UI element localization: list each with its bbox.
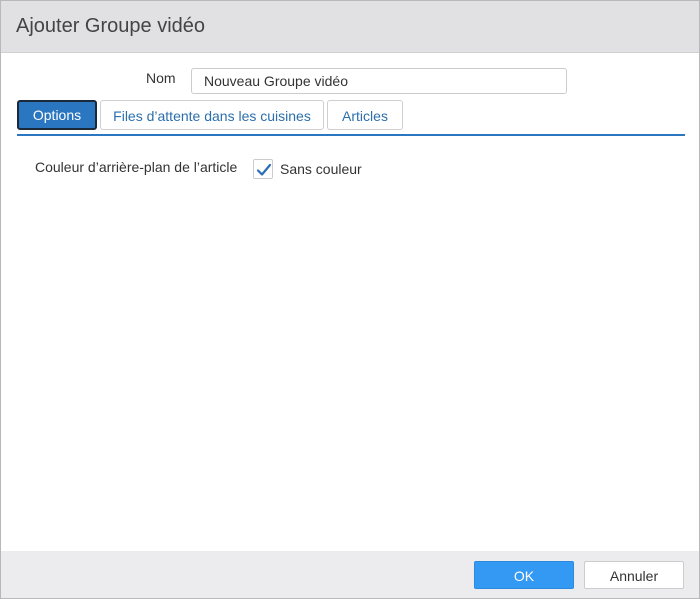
tab-options[interactable]: Options — [17, 100, 97, 130]
name-label: Nom — [146, 70, 176, 86]
dialog-title: Ajouter Groupe vidéo — [16, 15, 206, 37]
ok-button[interactable]: OK — [474, 561, 574, 589]
dialog-footer: OK Annuler — [1, 551, 699, 598]
add-video-group-dialog: Ajouter Groupe vidéo Nom Options Files d… — [0, 0, 700, 599]
no-color-label[interactable]: Sans couleur — [280, 161, 362, 177]
tab-articles[interactable]: Articles — [327, 100, 403, 130]
name-input[interactable] — [191, 68, 567, 94]
tab-kitchen-queues[interactable]: Files d’attente dans les cuisines — [100, 100, 324, 130]
cancel-button[interactable]: Annuler — [584, 561, 684, 589]
dialog-titlebar: Ajouter Groupe vidéo — [1, 1, 699, 53]
checkmark-icon — [256, 163, 272, 176]
tab-underline — [17, 134, 685, 136]
no-color-checkbox[interactable] — [253, 159, 273, 179]
background-color-label: Couleur d’arrière-plan de l’article — [35, 159, 238, 175]
